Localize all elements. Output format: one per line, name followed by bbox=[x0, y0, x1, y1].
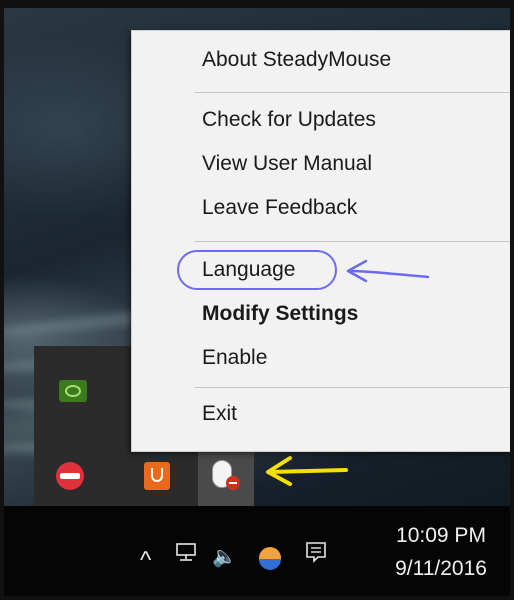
menu-item-exit[interactable]: Exit bbox=[202, 399, 237, 429]
volume-icon[interactable]: 🔈 bbox=[212, 544, 237, 570]
menu-item-user-manual[interactable]: View User Manual bbox=[202, 149, 372, 179]
menu-separator bbox=[194, 387, 510, 388]
java-icon[interactable] bbox=[144, 462, 170, 490]
network-icon[interactable] bbox=[174, 542, 198, 562]
menu-item-enable[interactable]: Enable bbox=[202, 343, 267, 373]
no-entry-icon[interactable] bbox=[56, 462, 84, 490]
onedrive-icon[interactable] bbox=[256, 546, 284, 570]
disabled-badge-icon bbox=[226, 476, 240, 490]
desktop-wallpaper: About SteadyMouse Check for Updates View… bbox=[4, 8, 510, 596]
menu-item-language[interactable]: Language bbox=[202, 255, 295, 285]
nvidia-icon[interactable] bbox=[59, 380, 87, 402]
chevron-up-icon[interactable]: ^ bbox=[140, 548, 151, 574]
context-menu: About SteadyMouse Check for Updates View… bbox=[131, 30, 510, 452]
menu-item-about[interactable]: About SteadyMouse bbox=[202, 45, 391, 75]
notification-icon[interactable] bbox=[304, 540, 328, 564]
menu-separator bbox=[194, 241, 510, 242]
menu-item-check-updates[interactable]: Check for Updates bbox=[202, 105, 376, 135]
menu-item-feedback[interactable]: Leave Feedback bbox=[202, 193, 357, 223]
language-annotation-arrow bbox=[346, 259, 430, 283]
clock-date[interactable]: 9/11/2016 bbox=[376, 557, 506, 581]
tray-annotation-arrow bbox=[266, 456, 348, 486]
menu-item-modify-settings[interactable]: Modify Settings bbox=[202, 299, 358, 329]
menu-separator bbox=[194, 92, 510, 93]
clock-time[interactable]: 10:09 PM bbox=[376, 524, 506, 548]
